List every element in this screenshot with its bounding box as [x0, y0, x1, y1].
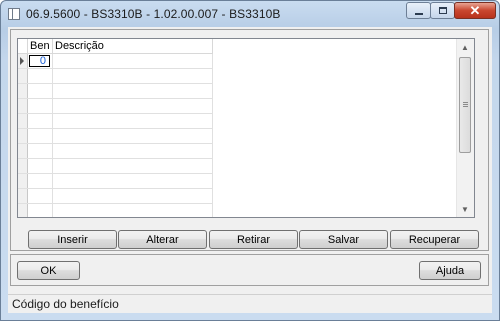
window-client-area: Ben Descrição 0 ▲ ▼ Inserir Alterar Reti…: [8, 27, 492, 313]
cell-ben[interactable]: [27, 98, 53, 114]
row-indicator: [18, 158, 28, 174]
table-row[interactable]: [18, 68, 213, 84]
scroll-up-button[interactable]: ▲: [457, 39, 473, 55]
scroll-down-button[interactable]: ▼: [457, 201, 473, 217]
cell-ben[interactable]: [27, 128, 53, 144]
row-indicator: [18, 83, 28, 99]
table-row[interactable]: [18, 188, 213, 204]
app-icon: [8, 8, 20, 20]
table-row[interactable]: [18, 128, 213, 144]
column-header-ben[interactable]: Ben: [27, 39, 53, 54]
vertical-scrollbar[interactable]: ▲ ▼: [456, 39, 474, 217]
grip-line: [463, 102, 468, 103]
cell-descricao[interactable]: [52, 203, 213, 217]
column-header-descricao[interactable]: Descrição: [52, 39, 213, 54]
close-button[interactable]: ✕: [454, 2, 496, 19]
chevron-up-icon: ▲: [461, 42, 469, 52]
close-icon: ✕: [469, 2, 481, 18]
footer-panel: OK Ajuda: [10, 254, 489, 286]
cell-ben[interactable]: [27, 158, 53, 174]
table-row[interactable]: [18, 143, 213, 159]
table-row[interactable]: 0: [18, 53, 213, 69]
cell-descricao[interactable]: [52, 98, 213, 114]
cell-ben[interactable]: [27, 188, 53, 204]
row-indicator: [18, 173, 28, 189]
maximize-icon: [438, 7, 447, 14]
ben-cell-editor[interactable]: 0: [29, 55, 50, 67]
row-indicator: [18, 68, 28, 84]
grip-line: [463, 104, 468, 105]
row-indicator: [18, 113, 28, 129]
benefits-grid[interactable]: Ben Descrição 0 ▲ ▼: [17, 38, 475, 218]
table-row[interactable]: [18, 203, 213, 217]
chevron-down-icon: ▼: [461, 204, 469, 214]
cell-descricao[interactable]: [52, 158, 213, 174]
cell-ben[interactable]: [27, 83, 53, 99]
ajuda-button[interactable]: Ajuda: [419, 261, 481, 280]
cell-descricao[interactable]: [52, 143, 213, 159]
cell-ben[interactable]: 0: [27, 53, 53, 69]
title-bar[interactable]: 06.9.5600 - BS3310B - 1.02.00.007 - BS33…: [1, 1, 499, 27]
recuperar-button[interactable]: Recuperar: [390, 230, 479, 249]
cell-ben[interactable]: [27, 113, 53, 129]
cell-descricao[interactable]: [52, 53, 213, 69]
window-title: 06.9.5600 - BS3310B - 1.02.00.007 - BS33…: [26, 7, 281, 21]
salvar-button[interactable]: Salvar: [299, 230, 388, 249]
cell-descricao[interactable]: [52, 68, 213, 84]
app-window: 06.9.5600 - BS3310B - 1.02.00.007 - BS33…: [0, 0, 500, 321]
row-indicator: [18, 188, 28, 204]
ok-button[interactable]: OK: [17, 261, 80, 280]
cell-descricao[interactable]: [52, 83, 213, 99]
row-indicator: [18, 203, 28, 217]
table-row[interactable]: [18, 98, 213, 114]
alterar-button[interactable]: Alterar: [118, 230, 207, 249]
table-row[interactable]: [18, 173, 213, 189]
maximize-button[interactable]: [430, 2, 455, 19]
retirar-button[interactable]: Retirar: [209, 230, 298, 249]
cell-descricao[interactable]: [52, 188, 213, 204]
cell-descricao[interactable]: [52, 113, 213, 129]
minimize-button[interactable]: [406, 2, 431, 19]
scroll-thumb[interactable]: [459, 57, 471, 153]
table-row[interactable]: [18, 113, 213, 129]
row-indicator: [18, 128, 28, 144]
status-bar: Código do benefício: [8, 294, 492, 313]
cell-ben[interactable]: [27, 68, 53, 84]
benefits-panel: Ben Descrição 0 ▲ ▼ Inserir Alterar Reti…: [10, 29, 489, 251]
cell-ben[interactable]: [27, 203, 53, 217]
table-row[interactable]: [18, 83, 213, 99]
row-indicator: [18, 53, 28, 69]
cell-ben[interactable]: [27, 173, 53, 189]
row-indicator: [18, 143, 28, 159]
current-row-arrow-icon: [20, 57, 24, 66]
table-row[interactable]: [18, 158, 213, 174]
grid-table: Ben Descrição 0: [18, 39, 213, 217]
row-indicator-header: [18, 39, 28, 54]
cell-ben[interactable]: [27, 143, 53, 159]
inserir-button[interactable]: Inserir: [28, 230, 117, 249]
cell-descricao[interactable]: [52, 128, 213, 144]
grip-line: [463, 106, 468, 107]
row-indicator: [18, 98, 28, 114]
minimize-icon: [414, 12, 423, 15]
cell-descricao[interactable]: [52, 173, 213, 189]
